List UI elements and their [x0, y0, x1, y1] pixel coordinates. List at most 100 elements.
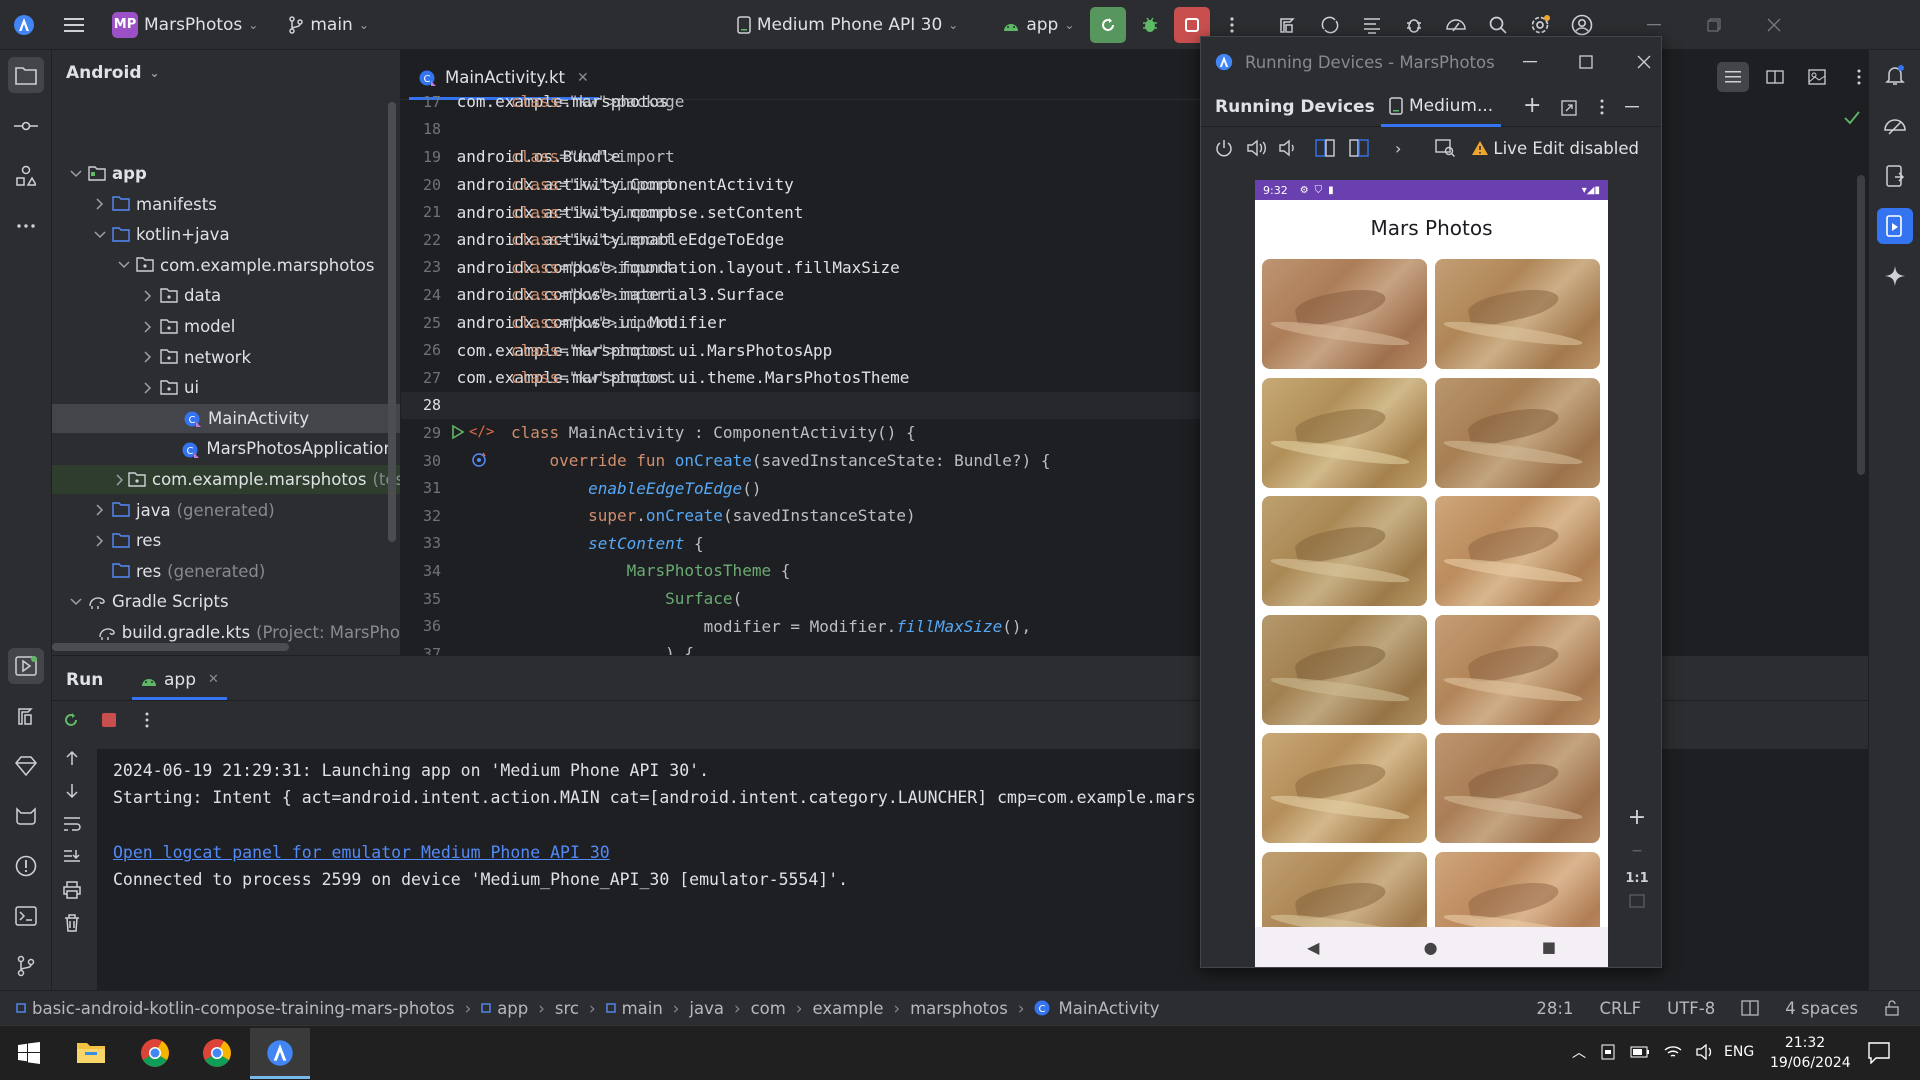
photo-grid[interactable] [1255, 180, 1608, 967]
device-selector[interactable]: Medium Phone API 30 ⌄ [729, 7, 966, 43]
debug-button[interactable] [1132, 7, 1168, 43]
more-tools-icon[interactable] [8, 208, 44, 244]
rerun-button[interactable] [57, 706, 85, 734]
scroll-up-icon[interactable] [56, 743, 88, 773]
live-edit-status[interactable]: Live Edit disabled [1493, 139, 1639, 158]
minimize-window-icon[interactable] [1522, 61, 1537, 63]
close-window-icon[interactable] [1756, 7, 1792, 43]
soft-wrap-icon[interactable] [56, 809, 88, 839]
breadcrumb-item[interactable]: C MainActivity [1034, 999, 1160, 1018]
run-tab-app[interactable]: app ✕ [132, 662, 227, 700]
add-device-icon[interactable]: + [1523, 93, 1541, 118]
restore-window-icon[interactable] [1696, 7, 1732, 43]
screenshot-icon[interactable] [1435, 139, 1456, 157]
mars-photo[interactable] [1435, 496, 1600, 606]
reader-mode-icon[interactable] [1741, 1000, 1759, 1016]
logcat-icon[interactable] [8, 798, 44, 834]
chevron-right-icon[interactable] [140, 380, 156, 396]
build-tool-icon[interactable] [8, 698, 44, 734]
battery-icon[interactable] [1630, 1046, 1650, 1058]
new-window-icon[interactable] [1561, 100, 1577, 116]
design-view-icon[interactable] [1801, 62, 1833, 92]
device-tab[interactable]: Medium... [1381, 87, 1502, 127]
maximize-window-icon[interactable] [1579, 55, 1593, 69]
zoom-out-icon[interactable]: – [1632, 838, 1643, 863]
volume-down-icon[interactable] [1279, 139, 1297, 157]
clock[interactable]: 21:32 19/06/2024 [1770, 1033, 1851, 1073]
problems-icon[interactable] [8, 848, 44, 884]
android-studio-taskbar-button[interactable] [250, 1028, 310, 1079]
stop-button[interactable] [95, 706, 123, 734]
file-encoding[interactable]: UTF-8 [1667, 999, 1715, 1018]
chevron-right-icon[interactable] [116, 472, 124, 488]
chevron-down-icon[interactable] [68, 166, 84, 182]
tree-item[interactable]: res [52, 526, 400, 555]
tree-item[interactable]: app [52, 159, 400, 188]
breadcrumb-item[interactable]: java [689, 999, 724, 1018]
lock-icon[interactable] [1884, 1000, 1900, 1016]
scroll-down-icon[interactable] [56, 776, 88, 806]
code-area[interactable]: 17 class="kw">package com.example.marspho… [401, 92, 1201, 655]
more-actions-icon[interactable] [1847, 62, 1871, 92]
android-studio-logo-icon[interactable] [6, 7, 42, 43]
tree-item[interactable]: C MarsPhotosApplication [52, 434, 400, 463]
mars-photo[interactable] [1435, 733, 1600, 843]
override-gutter-icon[interactable] [471, 452, 487, 468]
tree-item[interactable]: java (generated) [52, 496, 400, 525]
main-menu-icon[interactable] [56, 7, 92, 43]
more-actions-icon[interactable] [1600, 99, 1604, 115]
mars-photo[interactable] [1262, 259, 1427, 369]
chevron-right-icon[interactable] [92, 502, 108, 518]
code-view-icon[interactable] [1717, 62, 1749, 92]
power-icon[interactable] [1215, 139, 1233, 157]
project-tree-h-scrollbar[interactable] [52, 643, 289, 651]
breadcrumb-item[interactable]: example [812, 999, 883, 1018]
tree-item[interactable]: network [52, 343, 400, 372]
scroll-to-end-icon[interactable] [56, 842, 88, 872]
chevron-right-icon[interactable] [140, 288, 156, 304]
chevron-down-icon[interactable] [92, 227, 108, 243]
print-icon[interactable] [56, 875, 88, 905]
mars-photo[interactable] [1435, 377, 1600, 488]
trash-icon[interactable] [56, 908, 88, 938]
mars-photo[interactable] [1435, 614, 1600, 725]
split-view-icon[interactable] [1759, 62, 1791, 92]
tree-item[interactable]: C MainActivity [52, 403, 400, 433]
project-switcher[interactable]: MP MarsPhotos ⌄ [104, 7, 266, 43]
device-meter-icon[interactable] [1600, 1044, 1616, 1060]
breadcrumb-item[interactable]: src [555, 999, 579, 1018]
run-gutter-icon[interactable] [451, 424, 465, 440]
mars-photo[interactable] [1262, 496, 1427, 606]
chevron-right-icon[interactable] [92, 533, 108, 549]
tree-item[interactable]: com.example.marsphotos [52, 251, 400, 280]
close-icon[interactable]: ✕ [577, 70, 589, 86]
chevron-right-icon[interactable] [92, 196, 108, 212]
code-brackets-icon[interactable]: </> [469, 424, 494, 440]
chevron-down-icon[interactable] [116, 257, 132, 273]
cursor-position[interactable]: 28:1 [1536, 999, 1573, 1018]
run-tool-icon[interactable] [8, 648, 44, 684]
wifi-icon[interactable] [1664, 1045, 1682, 1059]
emulator-screen[interactable]: 9:32 ⚙ ⛉ ▮ ▾◢▮ Mars Photos ◀ ● ■ [1255, 180, 1608, 967]
apply-changes-button[interactable] [1090, 6, 1127, 43]
tree-item[interactable]: manifests [52, 190, 400, 219]
commit-tool-icon[interactable] [8, 108, 44, 144]
project-tool-icon[interactable] [8, 57, 44, 93]
breadcrumb-item[interactable]: basic-android-kotlin-compose-training-ma… [16, 999, 455, 1018]
device-file-explorer-icon[interactable] [1877, 158, 1913, 194]
recents-icon[interactable]: ■ [1542, 938, 1556, 956]
hide-panel-icon[interactable] [1625, 106, 1639, 108]
close-icon[interactable]: ✕ [208, 672, 219, 687]
version-control-icon[interactable] [8, 948, 44, 984]
resource-manager-icon[interactable] [8, 158, 44, 194]
tree-item[interactable]: com.example.marsphotos (test [52, 465, 400, 494]
windows-start-icon[interactable] [18, 1042, 40, 1064]
indent-setting[interactable]: 4 spaces [1785, 999, 1858, 1018]
branch-switcher[interactable]: main ⌄ [280, 7, 377, 43]
chrome-icon[interactable] [202, 1038, 232, 1068]
chevron-right-icon[interactable] [140, 319, 156, 335]
project-tree-scrollbar[interactable] [388, 102, 396, 542]
chevron-up-icon[interactable]: ︿ [1572, 1042, 1586, 1062]
chevron-right-icon[interactable]: › [1395, 139, 1401, 158]
editor-scrollbar[interactable] [1857, 175, 1865, 475]
